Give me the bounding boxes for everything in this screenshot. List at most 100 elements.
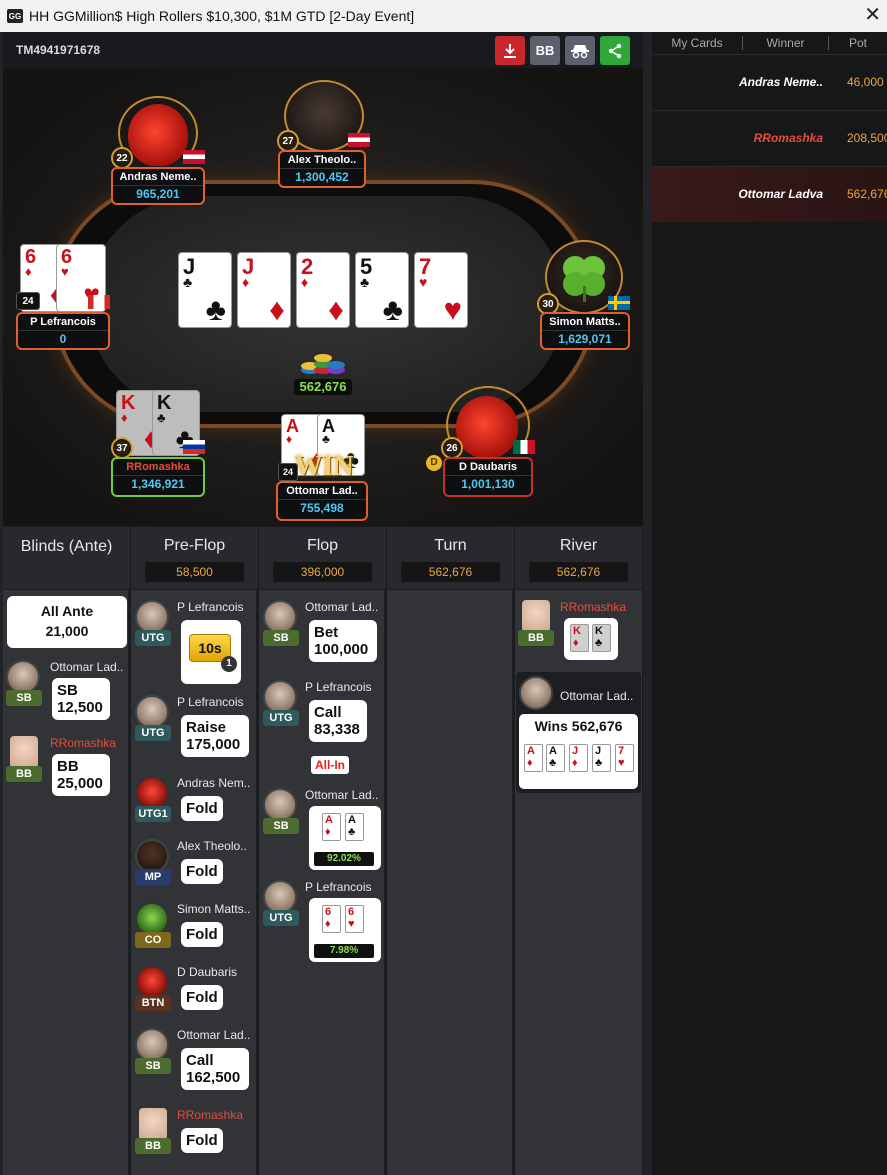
lefrancois-seat-plate[interactable]: P Lefrancois 0 [16, 312, 110, 350]
incognito-icon [571, 44, 589, 58]
action-player-name: P Lefrancois [177, 695, 244, 709]
equity-percent: 7.98% [314, 944, 374, 958]
alex-name: Alex Theolo.. [287, 154, 357, 166]
all-in-badge: All-In [311, 756, 349, 774]
equity-bubble: A ♦ A ♣ 92.02% [309, 806, 381, 870]
winner-result: Wins 562,676 [534, 718, 623, 734]
col-header-pot[interactable]: Pot [829, 32, 887, 54]
austria-flag-icon [183, 150, 205, 164]
ottomar-avatar-icon [263, 600, 297, 634]
equity-bubble: 6 ♦ 6 ♥ 7.98% [309, 898, 381, 962]
simon-stack: 1,629,071 [542, 330, 628, 347]
action-bubble: Bet 100,000 [309, 620, 377, 662]
window-titlebar: GG HH GGMillion$ High Rollers $10,300, $… [0, 0, 887, 32]
history-pot: 208,500 [847, 131, 887, 145]
action-player-name: D Daubaris [177, 965, 238, 979]
card-suit-small: ♥ [61, 264, 69, 279]
rromashka-name: RRomashka [126, 461, 190, 473]
position-badge: UTG [263, 910, 299, 926]
ottomar-stack: 755,498 [278, 499, 366, 516]
board-card: 2 ♦ ♦ [296, 252, 350, 328]
action-amount: 162,500 [186, 1069, 241, 1086]
timer-bubble: 10s 1 [181, 620, 241, 684]
equity-percent: 92.02% [314, 852, 374, 866]
winner-bubble: Wins 562,676 A ♦ A ♣ J ♦ J ♣ 7 ♥ [519, 714, 638, 789]
action-amount: 12,500 [57, 699, 103, 716]
ottomar-avatar-icon [6, 660, 40, 694]
share-button[interactable] [600, 36, 630, 65]
position-badge: BTN [135, 995, 171, 1011]
action-bubble: BB 25,000 [52, 754, 110, 796]
download-button[interactable] [495, 36, 525, 65]
col-header-my-cards[interactable]: My Cards [652, 32, 742, 54]
card-suit-large: ♥ [443, 292, 462, 327]
ottomar-avatar-icon [519, 676, 553, 710]
action-entry: UTG P Lefrancois 6 ♦ 6 ♥ 7.98% [263, 880, 385, 964]
action-amount: 175,000 [186, 736, 241, 753]
action-amount: 100,000 [314, 641, 369, 658]
card-suit-large: ♦ [269, 292, 285, 327]
action-entry: BB RRomashka BB 25,000 [6, 736, 126, 796]
rromashka-avatar-icon [10, 736, 38, 768]
alex-seat-plate[interactable]: Alex Theolo.. 1,300,452 [278, 150, 366, 188]
position-badge: SB [135, 1058, 171, 1074]
lefrancois-avatar-icon [135, 695, 169, 729]
col-header-winner[interactable]: Winner [743, 32, 828, 54]
action-amount: 83,338 [314, 721, 360, 738]
card-ace-clubs: A ♣ [345, 813, 364, 841]
position-badge: CO [135, 932, 171, 948]
action-bubble: Raise 175,000 [181, 715, 249, 757]
chip-stack-icon [296, 348, 350, 378]
bb-toggle-button[interactable]: BB [530, 36, 560, 65]
lefrancois-stack: 0 [18, 330, 108, 347]
history-row[interactable]: RRomashka 208,500 [652, 111, 887, 166]
daubaris-name: D Daubaris [458, 461, 518, 473]
winning-hand-card: J ♣ [592, 744, 611, 772]
ante-value: 21,000 [45, 623, 89, 639]
action-type: Call [186, 1052, 214, 1069]
preflop-pot: 58,500 [145, 562, 244, 582]
card-king-diamonds: K ♦ [570, 624, 589, 652]
daubaris-seat-plate[interactable]: D Daubaris 1,001,130 [443, 457, 533, 497]
action-player-name: Andras Nem.. [177, 776, 251, 790]
flop-header: Flop 396,000 [259, 527, 386, 590]
action-player-name: RRomashka [50, 736, 117, 750]
rromashka-level-badge: 37 [111, 437, 133, 459]
andras-seat-plate[interactable]: Andras Neme.. 965,201 [111, 167, 205, 205]
lefrancois-name: P Lefrancois [30, 316, 96, 328]
action-player-name: Ottomar Lad.. [177, 1028, 251, 1042]
ante-bubble: All Ante 21,000 [7, 596, 127, 648]
action-bubble: Fold [181, 922, 223, 947]
action-player-name: Ottomar Lad.. [305, 788, 379, 802]
history-row-selected[interactable]: Ottomar Ladva 562,676 [652, 167, 887, 222]
ottomar-level-badge: 24 [278, 463, 298, 481]
action-bubble: SB 12,500 [52, 678, 110, 720]
daubaris-avatar-icon [135, 965, 169, 999]
position-badge: SB [263, 818, 299, 834]
position-badge: UTG [135, 630, 171, 646]
history-row[interactable]: Andras Neme.. 46,000 [652, 55, 887, 110]
close-icon[interactable]: ✕ [864, 5, 881, 25]
card-suit-small: ♥ [419, 274, 428, 290]
blinds-title: Blinds (Ante) [20, 538, 113, 555]
action-type: SB [57, 682, 78, 699]
col-turn: Turn 562,676 [387, 527, 514, 1175]
rromashka-seat-plate[interactable]: RRomashka 1,346,921 [111, 457, 205, 497]
river-title: River [559, 537, 598, 554]
action-player-name: Simon Matts.. [177, 902, 251, 916]
action-entry: SB Ottomar Lad.. Call 162,500 [135, 1028, 257, 1098]
card-six-diamonds: 6 ♦ [322, 905, 341, 933]
turn-pot: 562,676 [401, 562, 500, 582]
card-suit-small: ♦ [301, 274, 309, 290]
history-pot: 562,676 [847, 187, 887, 201]
action-bubble: Fold [181, 796, 223, 821]
incognito-button[interactable] [565, 36, 595, 65]
hand-history-list: My Cards Winner Pot Andras Neme.. 46,000… [652, 32, 887, 1175]
ottomar-seat-plate[interactable]: Ottomar Lad.. 755,498 [276, 481, 368, 521]
preflop-title: Pre-Flop [163, 537, 226, 554]
simon-seat-plate[interactable]: Simon Matts.. 1,629,071 [540, 312, 630, 350]
card-suit-small: ♣ [360, 274, 370, 290]
flop-title: Flop [306, 537, 339, 554]
board-card: 5 ♣ ♣ [355, 252, 409, 328]
action-player-name: Ottomar Lad.. [50, 660, 124, 674]
